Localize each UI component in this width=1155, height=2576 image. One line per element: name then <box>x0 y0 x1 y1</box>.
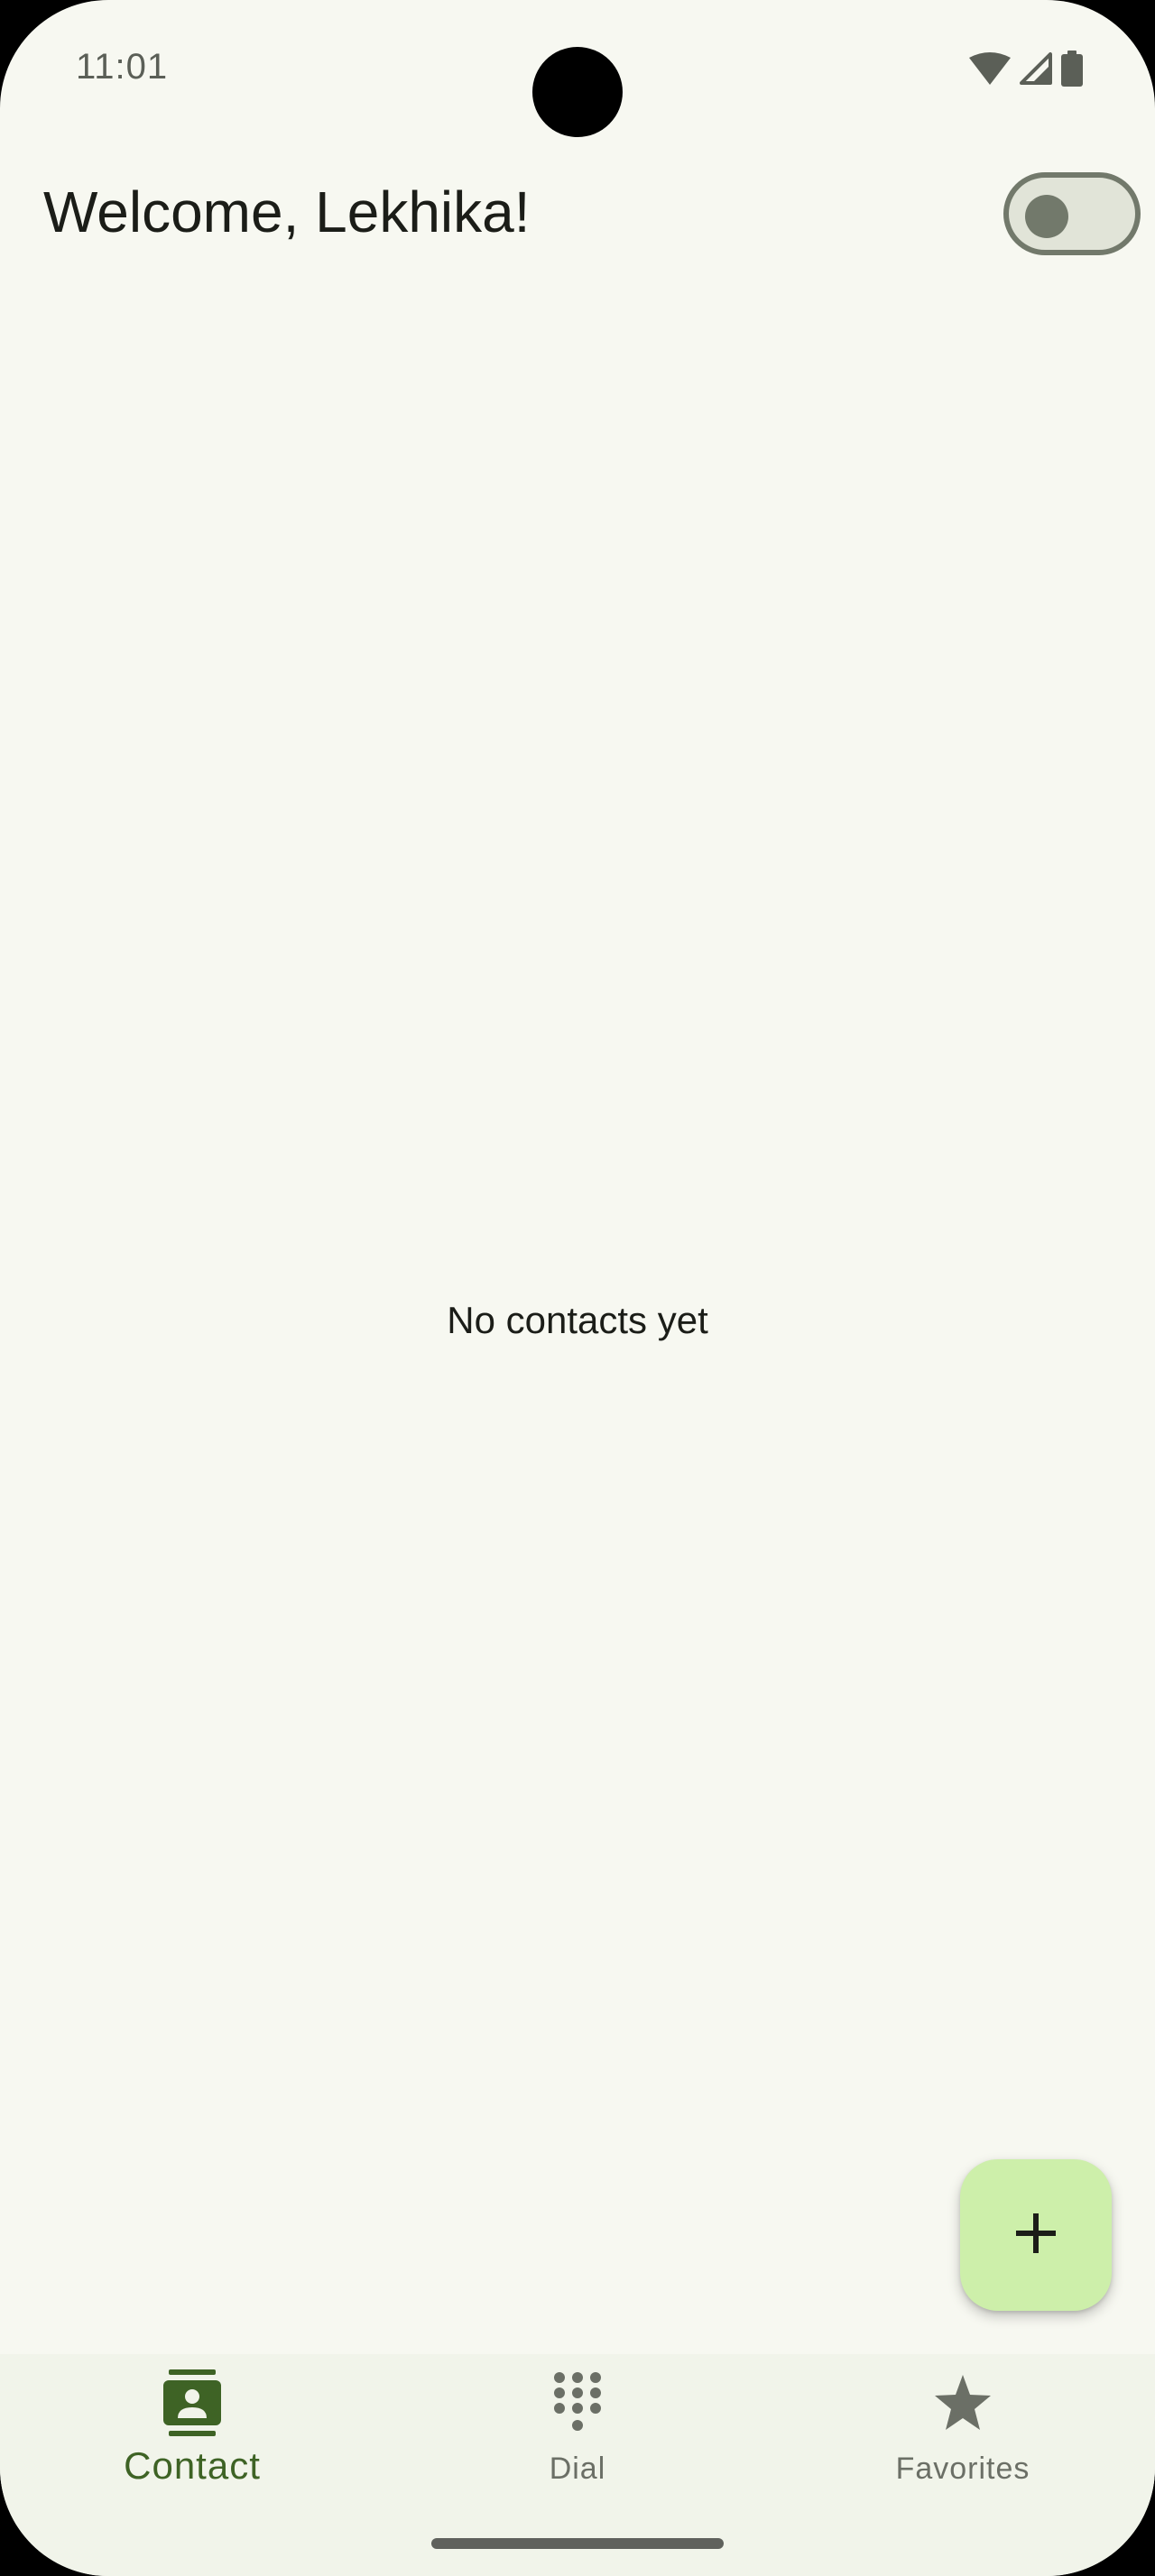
status-bar: 11:01 <box>0 0 1155 137</box>
nav-label-favorites: Favorites <box>895 2452 1030 2486</box>
dialpad-icon <box>541 2367 614 2439</box>
toggle-thumb <box>1025 195 1068 238</box>
nav-label-dial: Dial <box>549 2452 606 2486</box>
theme-toggle-switch[interactable] <box>1003 172 1141 255</box>
nav-item-contact[interactable]: Contact <box>0 2354 384 2535</box>
add-contact-button[interactable] <box>960 2159 1112 2311</box>
contact-icon <box>156 2367 228 2439</box>
cellular-signal-icon <box>1020 51 1052 89</box>
home-indicator[interactable] <box>431 2538 724 2549</box>
camera-cutout <box>532 47 623 137</box>
wifi-icon <box>969 51 1011 89</box>
app-bar: Welcome, Lekhika! <box>0 144 1155 289</box>
battery-icon <box>1061 50 1083 91</box>
nav-item-dial[interactable]: Dial <box>385 2354 770 2535</box>
status-icons <box>969 50 1083 91</box>
page-title: Welcome, Lekhika! <box>43 179 531 244</box>
plus-icon <box>1014 2212 1058 2259</box>
status-time: 11:01 <box>76 47 169 87</box>
star-icon <box>927 2367 999 2439</box>
phone-screen: 11:01 Welcome, Lekhika! No contacts yet … <box>0 0 1155 2576</box>
nav-item-favorites[interactable]: Favorites <box>771 2354 1155 2535</box>
empty-contacts-message: No contacts yet <box>447 1299 708 1341</box>
nav-label-contact: Contact <box>124 2444 261 2487</box>
